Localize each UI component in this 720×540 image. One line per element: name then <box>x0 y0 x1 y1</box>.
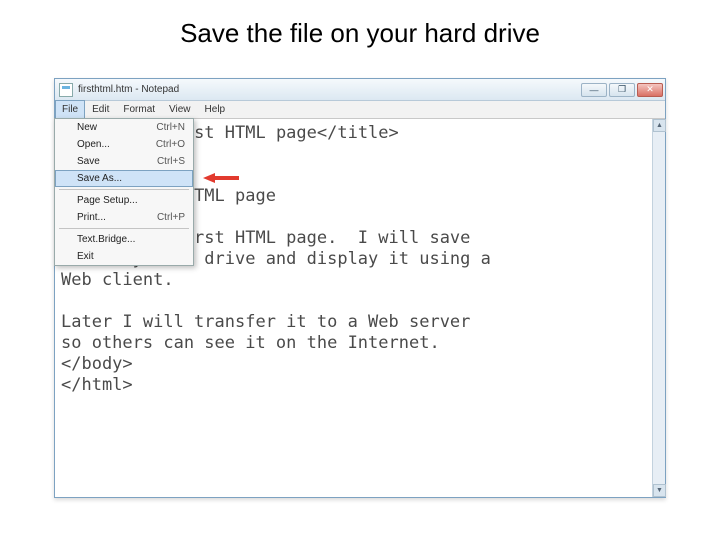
menu-separator <box>59 228 189 229</box>
file-menu-item[interactable]: Text.Bridge... <box>55 231 193 248</box>
menu-edit[interactable]: Edit <box>85 101 116 118</box>
menu-item-label: Text.Bridge... <box>77 234 135 245</box>
menu-item-shortcut: Ctrl+O <box>156 139 185 150</box>
scroll-up-button[interactable]: ▲ <box>653 119 666 132</box>
menu-item-label: Exit <box>77 251 94 262</box>
menu-item-label: Save As... <box>77 173 122 184</box>
minimize-button[interactable]: — <box>581 83 607 97</box>
menu-item-shortcut: Ctrl+S <box>157 156 185 167</box>
scroll-down-button[interactable]: ▼ <box>653 484 666 497</box>
file-menu-item[interactable]: Save Ctrl+S <box>55 153 193 170</box>
red-arrow-icon <box>203 173 239 183</box>
maximize-button[interactable]: ❐ <box>609 83 635 97</box>
file-menu-item[interactable]: Page Setup... <box>55 192 193 209</box>
menu-item-label: Save <box>77 156 100 167</box>
notepad-window: firsthtml.htm - Notepad — ❐ ✕ File Edit … <box>54 78 666 498</box>
window-title: firsthtml.htm - Notepad <box>78 84 581 95</box>
menu-item-label: Print... <box>77 212 106 223</box>
file-menu-item[interactable]: Print... Ctrl+P <box>55 209 193 226</box>
file-menu-item[interactable]: New Ctrl+N <box>55 119 193 136</box>
menu-help[interactable]: Help <box>198 101 233 118</box>
scroll-track[interactable] <box>653 132 665 484</box>
menu-file[interactable]: File <box>55 100 85 118</box>
slide-title: Save the file on your hard drive <box>0 0 720 61</box>
menu-format[interactable]: Format <box>116 101 162 118</box>
file-menu-item[interactable]: Save As... <box>55 170 193 187</box>
close-button[interactable]: ✕ <box>637 83 663 97</box>
file-menu-item[interactable]: Exit <box>55 248 193 265</box>
window-buttons: — ❐ ✕ <box>581 83 663 97</box>
menu-item-shortcut: Ctrl+P <box>157 212 185 223</box>
file-menu-dropdown: New Ctrl+N Open... Ctrl+O Save Ctrl+S Save As.… <box>54 118 194 266</box>
titlebar: firsthtml.htm - Notepad — ❐ ✕ <box>55 79 665 101</box>
vertical-scrollbar[interactable]: ▲ ▼ <box>652 119 665 497</box>
menu-view[interactable]: View <box>162 101 198 118</box>
menu-separator <box>59 189 189 190</box>
menubar: File Edit Format View Help <box>55 101 665 119</box>
notepad-icon <box>59 83 73 97</box>
file-menu-item[interactable]: Open... Ctrl+O <box>55 136 193 153</box>
menu-item-shortcut: Ctrl+N <box>156 122 185 133</box>
menu-item-label: Page Setup... <box>77 195 138 206</box>
menu-item-label: New <box>77 122 97 133</box>
menu-item-label: Open... <box>77 139 110 150</box>
